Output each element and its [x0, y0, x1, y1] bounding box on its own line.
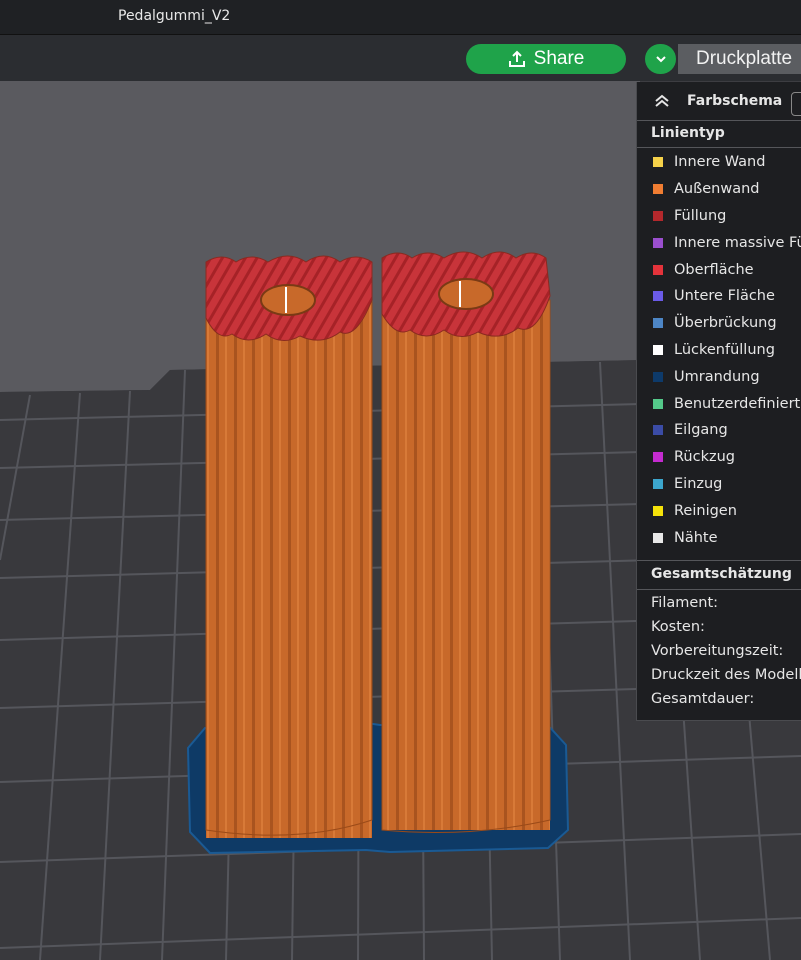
legend-item[interactable]: Außenwand [637, 176, 801, 203]
summary-label: Druckzeit des Modells: [651, 667, 801, 683]
summary-row: Druckzeit des Modells: [637, 663, 801, 687]
color-swatch [653, 237, 663, 248]
collapse-icon[interactable] [653, 92, 671, 110]
legend-label: Außenwand [674, 181, 760, 198]
color-swatch [653, 452, 663, 463]
legend-label: Umrandung [674, 368, 760, 385]
legend-item[interactable]: Benutzerdefiniert [637, 390, 801, 417]
divider [637, 147, 801, 148]
summary-row: Vorbereitungszeit: [637, 639, 801, 663]
share-label: Share [533, 48, 585, 69]
summary-row: Gesamtdauer: [637, 687, 801, 711]
summary-row: Kosten: [637, 615, 801, 639]
legend-label: Eilgang [674, 422, 728, 439]
legend-item[interactable]: Lückenfüllung [637, 337, 801, 364]
summary-label: Vorbereitungszeit: [651, 643, 784, 659]
divider [637, 120, 801, 121]
legend-item[interactable]: Innere massive Füllung [637, 229, 801, 256]
legend-item[interactable]: Füllung [637, 203, 801, 230]
legend-panel: Farbschema Linientyp Innere Wand Außenwa… [636, 82, 801, 721]
summary-header: Gesamtschätzung [651, 566, 792, 582]
legend-label: Füllung [674, 207, 727, 224]
chevron-down-icon [655, 56, 666, 63]
legend-label: Nähte [674, 529, 718, 546]
color-swatch [653, 478, 663, 489]
summary-label: Filament: [651, 595, 719, 611]
legend-item[interactable]: Oberfläche [637, 256, 801, 283]
color-swatch [653, 264, 663, 275]
legend-label: Lückenfüllung [674, 341, 775, 358]
legend-label: Einzug [674, 475, 723, 492]
print-plate-label: Druckplatte [696, 48, 793, 69]
color-swatch [653, 398, 663, 409]
legend-label: Überbrückung [674, 315, 777, 332]
legend-item[interactable]: Untere Fläche [637, 283, 801, 310]
color-scheme-dropdown[interactable] [791, 92, 801, 116]
summary-row: Filament: [637, 591, 801, 615]
color-swatch [653, 344, 663, 355]
pillar-left [205, 255, 373, 838]
legend-item[interactable]: Innere Wand [637, 149, 801, 176]
legend-item[interactable]: Eilgang [637, 417, 801, 444]
color-swatch [653, 210, 663, 221]
color-swatch [653, 184, 663, 195]
legend-label: Innere massive Füllung [674, 234, 801, 251]
legend-label: Untere Fläche [674, 288, 775, 305]
divider [637, 560, 801, 561]
share-button[interactable]: Share [466, 44, 626, 74]
legend-item[interactable]: Reinigen [637, 497, 801, 524]
color-swatch [653, 291, 663, 302]
summary-list: Filament: Kosten: Vorbereitungszeit: Dru… [637, 591, 801, 711]
legend-item[interactable]: Nähte [637, 524, 801, 551]
color-scheme-label: Farbschema [687, 93, 783, 109]
line-type-header: Linientyp [651, 125, 725, 141]
color-swatch [653, 157, 663, 168]
legend-label: Reinigen [674, 502, 737, 519]
legend-label: Rückzug [674, 449, 735, 466]
window-title: Pedalgummi_V2 [118, 8, 231, 24]
color-swatch [653, 505, 663, 516]
panel-header: Farbschema [637, 82, 801, 120]
legend-item[interactable]: Umrandung [637, 363, 801, 390]
legend-label: Oberfläche [674, 261, 754, 278]
color-swatch [653, 532, 663, 543]
slice-dropdown-button[interactable] [645, 44, 676, 74]
legend-label: Innere Wand [674, 154, 766, 171]
divider [637, 589, 801, 590]
print-plate-button[interactable]: Druckplatte [678, 44, 801, 74]
color-swatch [653, 425, 663, 436]
pillar-right [381, 251, 551, 833]
legend-item[interactable]: Rückzug [637, 444, 801, 471]
upload-icon [508, 50, 525, 67]
color-swatch [653, 371, 663, 382]
legend-item[interactable]: Einzug [637, 471, 801, 498]
legend-label: Benutzerdefiniert [674, 395, 801, 412]
color-swatch [653, 318, 663, 329]
title-bar: Pedalgummi_V2 [0, 0, 801, 35]
legend-list: Innere Wand Außenwand Füllung Innere mas… [637, 149, 801, 551]
legend-item[interactable]: Überbrückung [637, 310, 801, 337]
summary-label: Gesamtdauer: [651, 691, 755, 707]
summary-label: Kosten: [651, 619, 705, 635]
